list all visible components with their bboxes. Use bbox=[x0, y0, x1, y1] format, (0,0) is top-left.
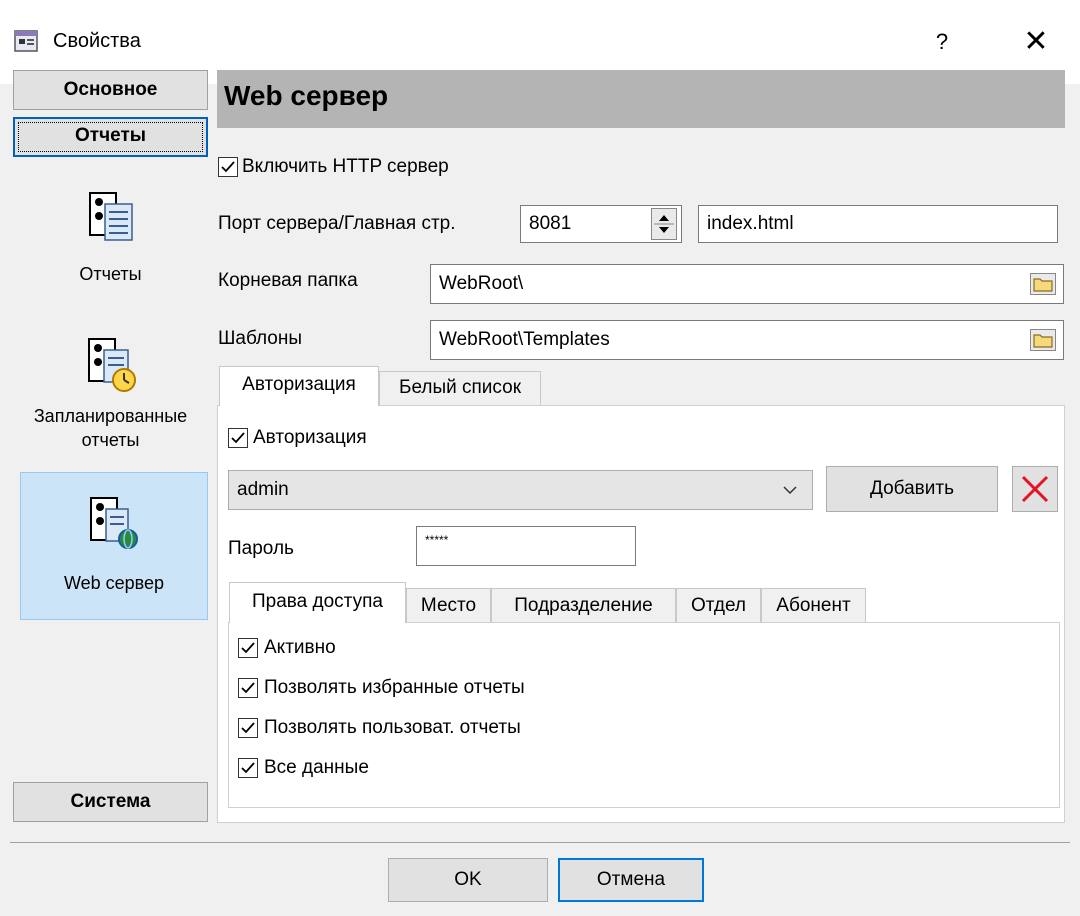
tab-whitelist[interactable]: Белый список bbox=[379, 371, 541, 405]
root-folder-value: WebRoot\ bbox=[439, 273, 524, 294]
nav-item-label: Web сервер bbox=[63, 573, 165, 593]
permission-label: Позволять пользоват. отчеты bbox=[264, 717, 521, 738]
permission-label: Все данные bbox=[264, 757, 369, 778]
subtab-place[interactable]: Место bbox=[406, 588, 491, 622]
tab-authorization[interactable]: Авторизация bbox=[219, 366, 379, 406]
window-title: Свойства bbox=[53, 30, 141, 52]
permission-all-data-checkbox[interactable] bbox=[238, 758, 258, 778]
add-user-button[interactable]: Добавить bbox=[826, 466, 998, 512]
focus-rectangle bbox=[18, 122, 203, 152]
help-button[interactable]: ? bbox=[918, 18, 966, 66]
templates-input[interactable]: WebRoot\Templates bbox=[430, 320, 1064, 360]
close-button[interactable]: ✕ bbox=[1008, 18, 1064, 66]
cancel-button[interactable]: Отмена bbox=[558, 858, 704, 902]
enable-http-label: Включить HTTP сервер bbox=[242, 156, 449, 177]
root-folder-browse-button[interactable] bbox=[1030, 273, 1056, 295]
nav-item-reports[interactable]: Отчеты bbox=[13, 190, 208, 300]
checkmark-icon bbox=[241, 762, 255, 774]
port-value: 8081 bbox=[529, 213, 572, 234]
checkmark-icon bbox=[241, 682, 255, 694]
scheduled-reports-icon bbox=[86, 338, 136, 399]
password-label: Пароль bbox=[228, 538, 294, 559]
subtab-subscriber[interactable]: Абонент bbox=[761, 588, 866, 622]
root-folder-label: Корневая папка bbox=[218, 270, 358, 291]
nav-item-label: отчеты bbox=[81, 430, 140, 450]
subtab-access-rights[interactable]: Права доступа bbox=[229, 582, 406, 623]
folder-icon bbox=[1033, 278, 1053, 292]
checkmark-icon bbox=[241, 642, 255, 654]
section-title: Web сервер bbox=[224, 80, 389, 111]
templates-value: WebRoot\Templates bbox=[439, 329, 610, 350]
nav-button-sistema[interactable]: Система bbox=[13, 782, 208, 822]
port-stepper[interactable] bbox=[651, 208, 677, 240]
main-page-value: index.html bbox=[707, 213, 794, 234]
ok-button[interactable]: OK bbox=[388, 858, 548, 902]
delete-x-icon bbox=[1021, 475, 1049, 503]
stepper-arrows-icon bbox=[654, 215, 674, 233]
password-value: ***** bbox=[425, 533, 449, 547]
permission-label: Активно bbox=[264, 637, 336, 658]
password-input[interactable]: ***** bbox=[416, 526, 636, 566]
nav-item-scheduled-reports[interactable]: Запланированные отчеты bbox=[13, 330, 208, 460]
checkmark-icon bbox=[221, 161, 235, 173]
nav-button-osnovnoe[interactable]: Основное bbox=[13, 70, 208, 110]
permissions-tab-panel bbox=[228, 622, 1060, 808]
permission-active-checkbox[interactable] bbox=[238, 638, 258, 658]
nav-item-web-server[interactable]: Web сервер bbox=[20, 472, 208, 620]
templates-label: Шаблоны bbox=[218, 328, 303, 349]
app-icon bbox=[13, 28, 40, 55]
subtab-subdivision[interactable]: Подразделение bbox=[491, 588, 676, 622]
root-folder-input[interactable]: WebRoot\ bbox=[430, 264, 1064, 304]
authorization-checkbox[interactable] bbox=[228, 428, 248, 448]
reports-icon bbox=[88, 192, 133, 247]
nav-item-label: Запланированные bbox=[33, 406, 188, 426]
subtab-department[interactable]: Отдел bbox=[676, 588, 761, 622]
permission-user-reports-checkbox[interactable] bbox=[238, 718, 258, 738]
user-select-value: admin bbox=[237, 479, 289, 500]
web-server-icon bbox=[90, 497, 138, 556]
templates-browse-button[interactable] bbox=[1030, 329, 1056, 351]
permission-label: Позволять избранные отчеты bbox=[264, 677, 525, 698]
folder-icon bbox=[1033, 334, 1053, 348]
user-select[interactable]: admin bbox=[228, 470, 813, 510]
nav-button-otchety[interactable]: Отчеты bbox=[13, 117, 208, 157]
chevron-down-icon bbox=[780, 482, 800, 498]
nav-item-label: Отчеты bbox=[79, 264, 142, 284]
delete-user-button[interactable] bbox=[1012, 466, 1058, 512]
checkmark-icon bbox=[241, 722, 255, 734]
checkmark-icon bbox=[231, 432, 245, 444]
permission-favorite-reports-checkbox[interactable] bbox=[238, 678, 258, 698]
enable-http-checkbox[interactable] bbox=[218, 157, 238, 177]
authorization-label: Авторизация bbox=[253, 427, 367, 448]
port-label: Порт сервера/Главная стр. bbox=[218, 213, 456, 234]
main-page-input[interactable]: index.html bbox=[698, 205, 1058, 243]
